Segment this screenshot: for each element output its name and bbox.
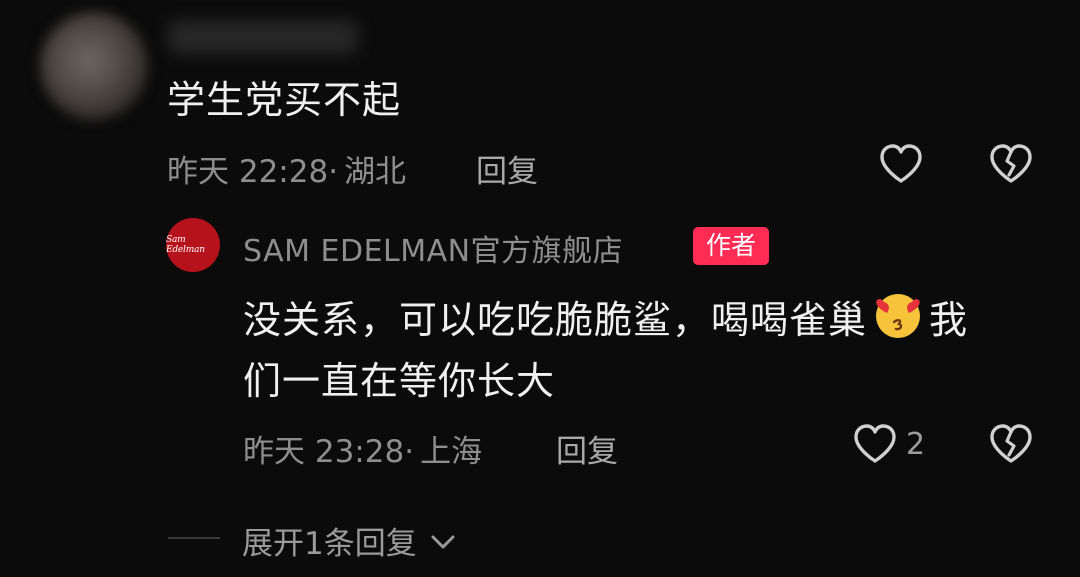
- heart-outline-icon: [854, 424, 896, 463]
- reply-dislike-button[interactable]: [988, 423, 1034, 465]
- heart-outline-icon: [880, 144, 922, 183]
- broken-heart-icon: [990, 144, 1032, 183]
- commenter-avatar[interactable]: [40, 12, 148, 120]
- reply-reply-button[interactable]: 回复: [556, 426, 618, 471]
- reply-like-count: 2: [906, 426, 926, 462]
- comment-reply-button[interactable]: 回复: [476, 146, 538, 191]
- reply-location: 上海: [420, 434, 483, 470]
- reply-author-name[interactable]: SAM EDELMAN官方旗舰店: [243, 226, 623, 270]
- expand-replies-button[interactable]: 展开1条回复: [242, 518, 457, 563]
- comment-like-button[interactable]: [878, 143, 924, 185]
- meta-separator: ·: [328, 154, 339, 190]
- reply-text-line-1: 没关系，可以吃吃脆脆鲨，喝喝雀巢 我: [243, 289, 968, 351]
- comment-text: 学生党买不起: [167, 78, 402, 122]
- reply-meta: 昨天 23:28· 上海: [243, 426, 482, 471]
- comment-meta: 昨天 22:28· 湖北: [167, 146, 406, 191]
- meta-separator: ·: [404, 434, 415, 470]
- comment-location: 湖北: [344, 154, 407, 190]
- brand-avatar-logo: Sam Edelman: [166, 235, 205, 255]
- commenter-username-blurred[interactable]: [168, 20, 358, 54]
- reply-text-part-1: 没关系，可以吃吃脆脆鲨，喝喝雀巢: [243, 298, 868, 342]
- comment-dislike-button[interactable]: [988, 143, 1034, 185]
- broken-heart-icon: [990, 424, 1032, 463]
- reply-time: 昨天 23:28: [243, 434, 405, 470]
- reply-like-button[interactable]: 2: [852, 423, 925, 465]
- expand-divider: [168, 537, 220, 539]
- reply-text-line-2: 们一直在等你长大: [243, 359, 556, 403]
- heart-eyes-emoji-icon: [871, 289, 925, 351]
- brand-avatar[interactable]: Sam Edelman: [166, 218, 220, 272]
- comment-time: 昨天 22:28: [167, 154, 329, 190]
- expand-replies-label: 展开1条回复: [242, 526, 417, 562]
- reply-text-part-2: 我: [929, 298, 969, 342]
- author-badge: 作者: [693, 227, 769, 265]
- chevron-down-icon: [431, 535, 455, 549]
